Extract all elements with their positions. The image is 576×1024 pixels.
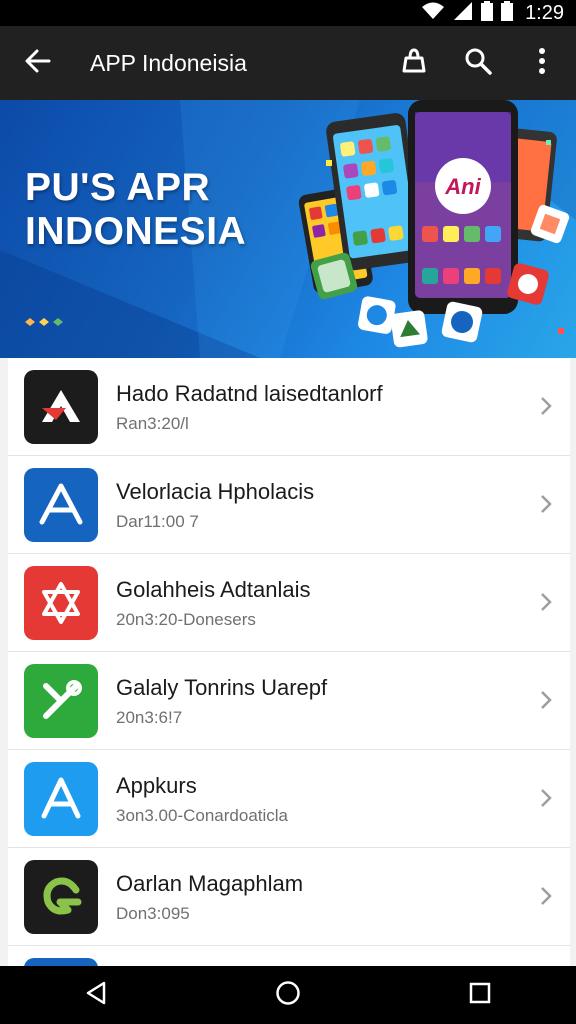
carousel-dots: [25, 318, 63, 326]
appstore-a-icon: [24, 761, 98, 836]
battery-icon: [481, 0, 494, 26]
chevron-right-icon: [540, 592, 552, 617]
clock: 1:29: [525, 1, 564, 24]
page-title: APP Indoneisia: [90, 49, 247, 76]
nav-home-button[interactable]: [248, 966, 328, 1024]
chevron-right-icon: [540, 494, 552, 519]
nav-recents-button[interactable]: [440, 966, 520, 1024]
wifi-icon: [421, 1, 445, 26]
chevron-right-icon: [540, 886, 552, 911]
system-nav-bar: [0, 966, 576, 1024]
list-item[interactable]: Appkurs 3on3.00-Conardoaticla: [8, 750, 570, 848]
top-app-bar: APP Indoneisia: [0, 26, 576, 100]
home-nav-icon: [275, 980, 301, 1011]
wrench-logo-icon: [24, 663, 98, 738]
list-item[interactable]: Velorlacia Hpholacis Dar11:00 7: [8, 456, 570, 554]
signal-icon: [453, 1, 473, 26]
app-subtitle: Dar11:00 7: [116, 511, 199, 531]
app-name: Appkurs: [116, 772, 197, 798]
app-subtitle: 20n3:20-Donesers: [116, 609, 256, 629]
more-vert-icon: [538, 47, 546, 80]
a-logo-icon: [24, 369, 98, 444]
battery-icon: [501, 0, 514, 26]
list-item[interactable]: Golahheis Adtanlais 20n3:20-Donesers: [8, 554, 570, 652]
promo-banner[interactable]: PU'S APR INDONESIA Ani: [0, 100, 576, 358]
chevron-right-icon: [540, 788, 552, 813]
back-button[interactable]: [10, 35, 66, 91]
banner-headline: PU'S APR INDONESIA: [25, 166, 246, 254]
chevron-right-icon: [540, 396, 552, 421]
green-swirl-icon: [24, 859, 98, 934]
a-logo-icon: [24, 467, 98, 542]
app-subtitle: 20n3:6!7: [116, 707, 183, 727]
app-name: Oarlan Magaphlam: [116, 870, 304, 896]
chevron-right-icon: [540, 690, 552, 715]
list-item[interactable]: Oarlan Magaphlam Don3:095: [8, 848, 570, 946]
phone-logo-text: Ani: [444, 174, 481, 199]
list-item[interactable]: Galaly Tonrins Uarepf 20n3:6!7: [8, 652, 570, 750]
app-subtitle: Ran3:20/l: [116, 413, 189, 433]
search-icon: [463, 46, 493, 81]
phones-illustration: Ani: [298, 100, 570, 348]
app-name: Velorlacia Hpholacis: [116, 478, 315, 504]
app-subtitle: 3on3.00-Conardoaticla: [116, 805, 289, 825]
nav-back-button[interactable]: [56, 966, 136, 1024]
search-button[interactable]: [450, 35, 506, 91]
banner-headline-line1: PU'S APR: [25, 166, 211, 209]
shop-button[interactable]: [386, 35, 442, 91]
app-name: Hado Radatnd laisedtanlorf: [116, 380, 383, 406]
app-name: Galaly Tonrins Uarepf: [116, 674, 328, 700]
star-logo-icon: [24, 565, 98, 640]
list-item[interactable]: [8, 946, 570, 966]
app-list: Hado Radatnd laisedtanlorf Ran3:20/l Vel…: [8, 358, 570, 966]
status-bar: 1:29: [0, 0, 576, 26]
app-subtitle: Don3:095: [116, 903, 190, 923]
banner-headline-line2: INDONESIA: [25, 210, 247, 253]
recents-nav-icon: [469, 982, 491, 1009]
list-item[interactable]: Hado Radatnd laisedtanlorf Ran3:20/l: [8, 358, 570, 456]
bag-icon: [399, 46, 429, 81]
app-name: Golahheis Adtanlais: [116, 576, 311, 602]
back-nav-icon: [85, 981, 107, 1010]
more-options-button[interactable]: [514, 35, 570, 91]
app-icon: [24, 958, 98, 966]
back-arrow-icon: [23, 46, 53, 81]
